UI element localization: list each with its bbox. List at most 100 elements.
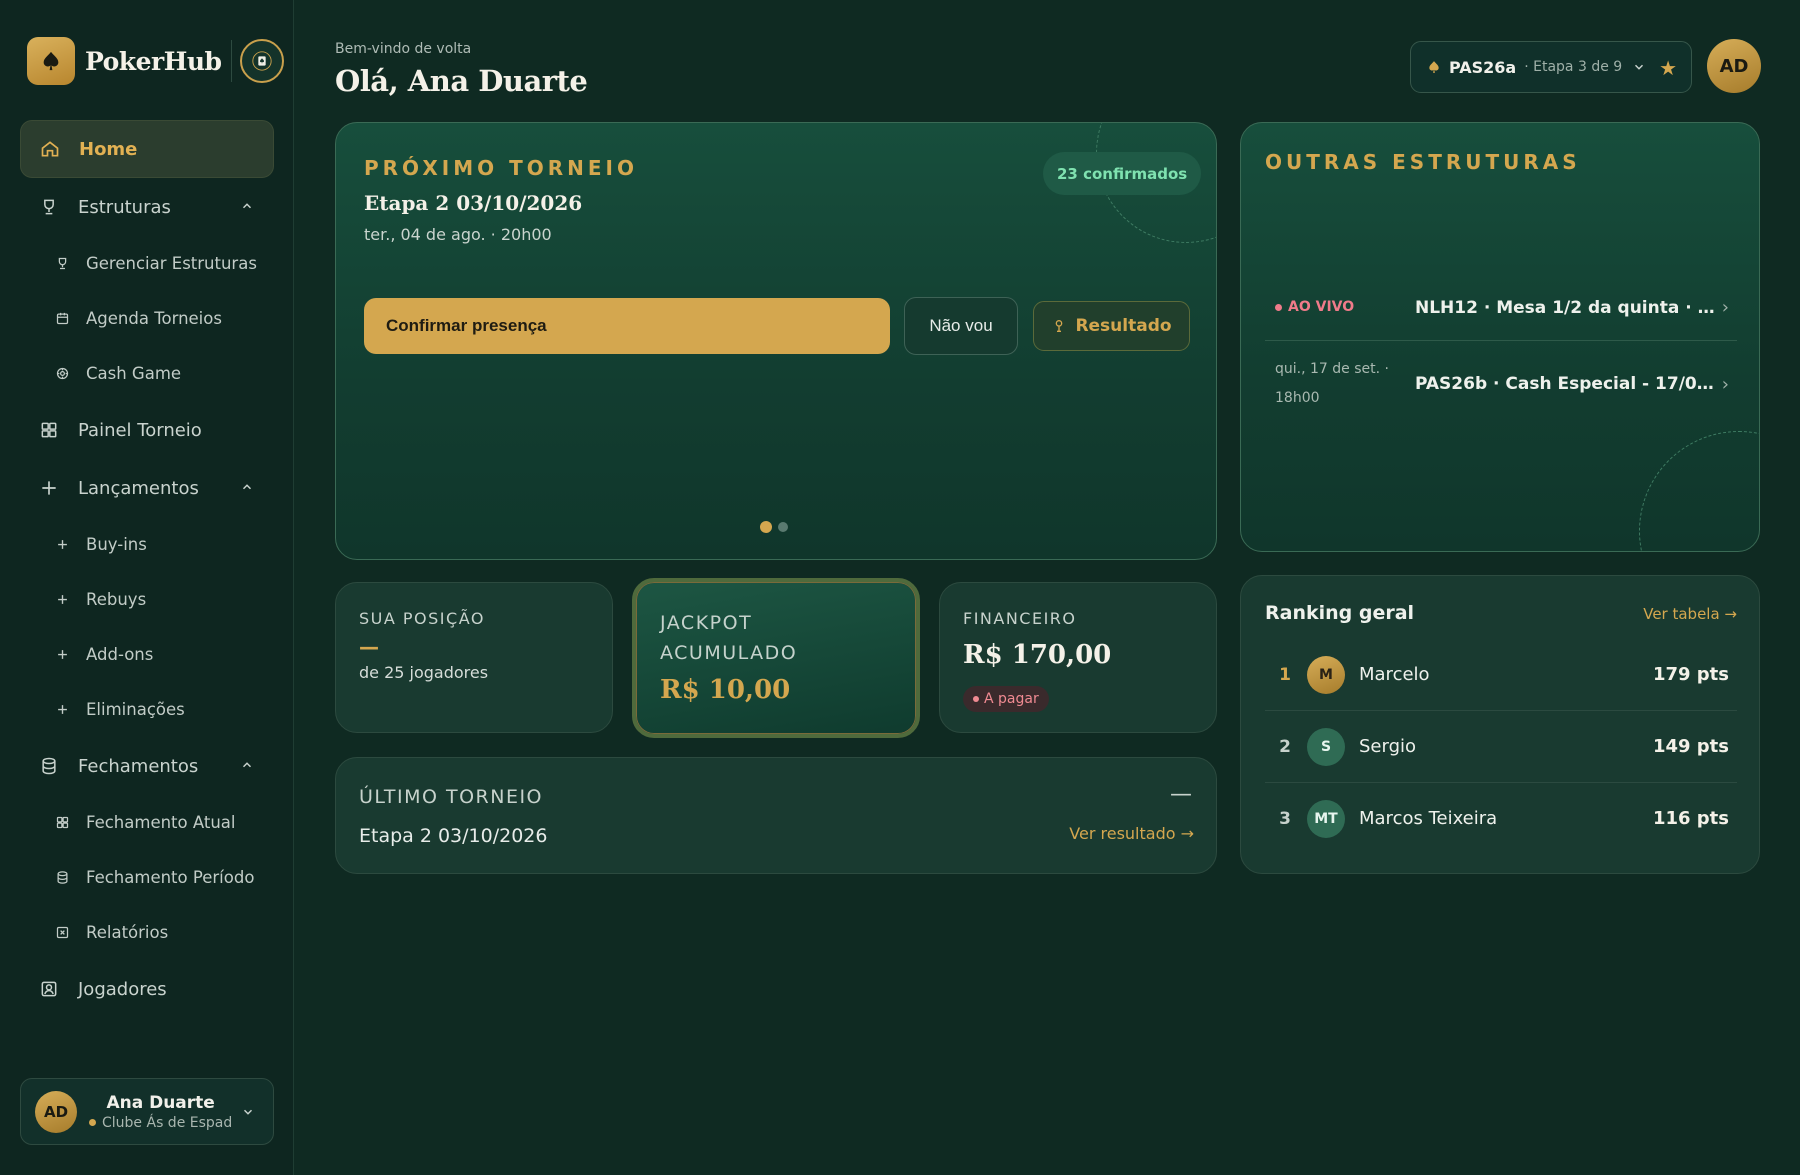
brand-divider — [231, 40, 233, 82]
brand-name: PokerHub — [85, 46, 222, 76]
result-button[interactable]: Resultado — [1033, 301, 1190, 351]
nav-sub-label: Relatórios — [86, 923, 169, 942]
other-structures-card: OUTRAS ESTRUTURAS AO VIVO NLH12 · Mesa 1… — [1240, 122, 1760, 552]
chevron-right-icon: › — [1721, 297, 1729, 318]
nav-sub-label: Fechamento Atual — [86, 813, 236, 832]
player-name: Marcelo — [1359, 664, 1430, 685]
brand[interactable]: PokerHub — [27, 37, 285, 85]
card-label: FINANCEIRO — [963, 609, 1077, 628]
divider — [1265, 340, 1737, 341]
live-label: AO VIVO — [1288, 299, 1355, 315]
nav-item-lancamentos[interactable]: Lançamentos — [20, 459, 274, 517]
avatar: AD — [35, 1090, 77, 1133]
last-tournament-stage: Etapa 2 03/10/2026 — [359, 825, 548, 847]
jackpot-card: JACKPOT ACUMULADO R$ 10,00 — [632, 578, 920, 738]
contacts-icon — [38, 978, 60, 1000]
section-title: PRÓXIMO TORNEIO — [364, 156, 638, 180]
home-icon — [39, 138, 61, 160]
avatar: S — [1307, 727, 1345, 766]
position-subtitle: de 25 jogadores — [359, 663, 489, 682]
rank-position: 3 — [1279, 808, 1291, 829]
plus-icon — [54, 537, 70, 553]
status-badge-label: A pagar — [984, 691, 1039, 707]
spade-logo-icon — [27, 37, 75, 85]
decline-button[interactable]: Não vou — [904, 297, 1018, 355]
season-name: PAS26a — [1449, 57, 1517, 77]
nav-item-home[interactable]: Home — [20, 120, 274, 178]
nav-sub-label: Fechamento Período — [86, 868, 255, 887]
user-name: Ana Duarte — [106, 1092, 215, 1113]
carousel-dot[interactable] — [778, 522, 788, 532]
season-selector[interactable]: PAS26a · Etapa 3 de 9 ★ — [1410, 41, 1692, 93]
nav-item-label: Lançamentos — [78, 477, 199, 499]
confirmed-badge: 23 confirmados — [1043, 152, 1202, 195]
user-menu[interactable]: AD Ana Duarte Clube Ás de Espad — [20, 1078, 274, 1145]
chevron-up-icon — [242, 203, 252, 209]
nav-sub-rebuys[interactable]: Rebuys — [20, 572, 274, 627]
nav-sub-fechamento-atual[interactable]: Fechamento Atual — [20, 795, 274, 850]
nav-item-jogadores[interactable]: Jogadores — [20, 960, 274, 1018]
carousel-dots[interactable] — [760, 521, 788, 533]
club-badge-icon — [240, 39, 285, 83]
user-club-label: Clube Ás de Espad — [102, 1114, 233, 1131]
tournament-stage: Etapa 2 03/10/2026 — [364, 191, 583, 215]
confirm-presence-button[interactable]: Confirmar presença — [364, 298, 890, 354]
nav-sub-agenda-torneios[interactable]: Agenda Torneios — [20, 291, 274, 346]
trophy-icon — [1056, 320, 1063, 332]
live-badge: AO VIVO — [1275, 293, 1415, 322]
trophy-icon — [54, 256, 70, 272]
nav-item-label: Painel Torneio — [78, 419, 202, 441]
nav-sub-gerenciar-estruturas[interactable]: Gerenciar Estruturas — [20, 236, 274, 291]
table-row[interactable]: 3 MT Marcos Teixeira 116 pts — [1265, 783, 1737, 854]
chevron-up-icon — [242, 484, 252, 490]
view-table-link[interactable]: Ver tabela → — [1643, 605, 1737, 623]
ranking-card: Ranking geral Ver tabela → 1 M Marcelo 1… — [1240, 575, 1760, 874]
nav-sub-buy-ins[interactable]: Buy-ins — [20, 517, 274, 572]
star-icon[interactable]: ★ — [1659, 56, 1677, 80]
nav-item-label: Fechamentos — [78, 755, 199, 777]
structure-date: qui., 17 de set. · 18h00 — [1275, 361, 1389, 406]
decorative-circle — [1639, 431, 1759, 551]
nav-sub-add-ons[interactable]: Add-ons — [20, 627, 274, 682]
list-item[interactable]: qui., 17 de set. · 18h00 PAS26b · Cash E… — [1265, 355, 1737, 413]
player-name: Sergio — [1359, 736, 1417, 757]
nav-sub-label: Cash Game — [86, 364, 182, 383]
nav-sub-relatorios[interactable]: Relatórios — [20, 905, 274, 960]
nav-sub-eliminacoes[interactable]: Eliminações — [20, 682, 274, 737]
nav-sub-label: Eliminações — [86, 700, 185, 719]
nav-item-label: Home — [79, 138, 138, 160]
nav-item-estruturas[interactable]: Estruturas — [20, 178, 274, 236]
list-item[interactable]: AO VIVO NLH12 · Mesa 1/2 da quinta · Ses… — [1265, 293, 1737, 322]
plus-icon — [54, 702, 70, 718]
card-title: Ranking geral — [1265, 602, 1415, 624]
card-label: SUA POSIÇÃO — [359, 609, 485, 628]
last-tournament-dash: — — [1170, 782, 1192, 807]
nav-item-fechamentos[interactable]: Fechamentos — [20, 737, 274, 795]
status-badge: A pagar — [963, 686, 1049, 712]
nav-sub-label: Buy-ins — [86, 535, 147, 554]
nav-sub-cash-game[interactable]: Cash Game — [20, 346, 274, 401]
chevron-down-icon — [1635, 64, 1644, 70]
structure-title: PAS26b · Cash Especial - 17/09/... — [1415, 374, 1735, 394]
result-label: Resultado — [1075, 316, 1172, 336]
card-label: ÚLTIMO TORNEIO — [359, 786, 544, 808]
status-dot — [89, 1119, 96, 1126]
avatar[interactable]: AD — [1707, 39, 1761, 93]
view-result-link[interactable]: Ver resultado → — [1069, 824, 1194, 843]
chevron-right-icon: › — [1721, 373, 1729, 395]
chip-icon — [54, 366, 70, 382]
table-row[interactable]: 2 S Sergio 149 pts — [1265, 711, 1737, 782]
main-nav: Home Estruturas Gerenciar Estruturas Age… — [20, 120, 274, 1018]
carousel-dot-active[interactable] — [760, 521, 772, 533]
section-title: OUTRAS ESTRUTURAS — [1265, 150, 1581, 174]
chevron-up-icon — [242, 762, 252, 768]
structure-title: NLH12 · Mesa 1/2 da quinta · Ses... — [1415, 297, 1737, 318]
finance-card: FINANCEIRO R$ 170,00 A pagar — [939, 582, 1217, 733]
table-row[interactable]: 1 M Marcelo 179 pts — [1265, 639, 1737, 710]
nav-sub-fechamento-periodo[interactable]: Fechamento Período — [20, 850, 274, 905]
avatar: M — [1307, 655, 1345, 694]
status-dot — [973, 696, 979, 702]
nav-sub-label: Gerenciar Estruturas — [86, 254, 257, 273]
plus-icon — [54, 592, 70, 608]
nav-item-painel-torneio[interactable]: Painel Torneio — [20, 401, 274, 459]
